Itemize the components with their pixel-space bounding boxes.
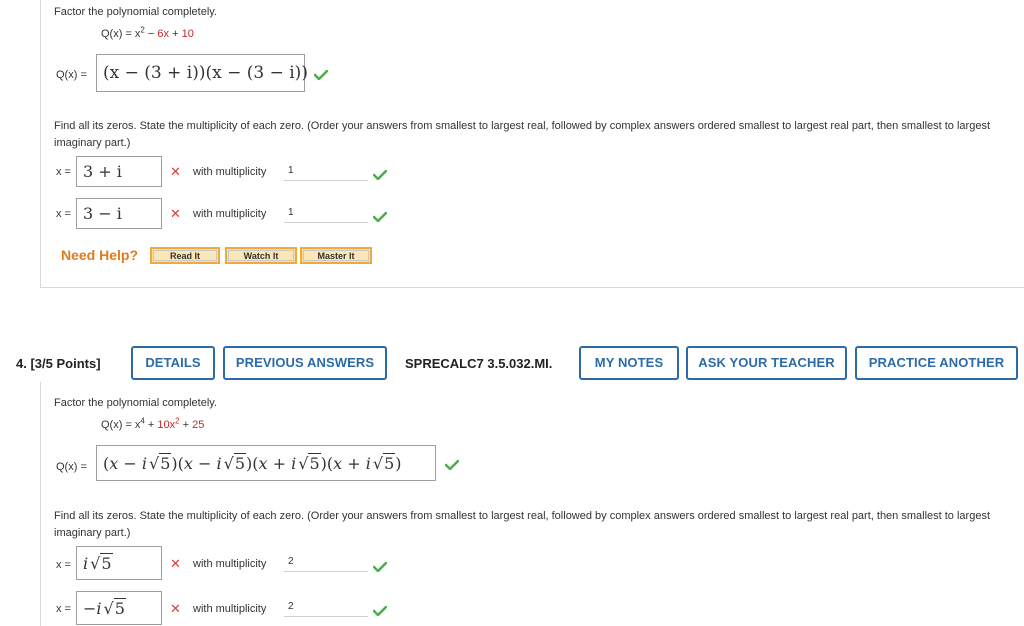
q3-zero-input-1[interactable]: 3 + i <box>76 156 162 187</box>
q3-zeros-instructions: Find all its zeros. State the multiplici… <box>54 120 990 149</box>
q3-multiplicity-1-check-icon <box>373 170 387 180</box>
q4-zero-1-cross-icon: ✕ <box>170 557 181 572</box>
q3-factored-answer[interactable]: (x − (3 + i))(x − (3 − i)) <box>96 54 308 92</box>
q4-number-points: 4. [3/5 Points] <box>16 356 101 371</box>
q4-factored-check-icon <box>445 460 459 470</box>
q4-x-label-2: x = <box>56 603 71 615</box>
my-notes-button[interactable]: MY NOTES <box>579 346 679 380</box>
q4-factored-answer[interactable]: (x − i √5) (x − i √5) (x + i √5) (x + i √5) <box>96 445 436 481</box>
q4-multiplicity-2-check-icon <box>373 606 387 616</box>
previous-answers-button[interactable]: PREVIOUS ANSWERS <box>223 346 387 380</box>
q3-multiplicity-input-1[interactable]: 1 <box>284 162 368 181</box>
q3-zero-2-cross-icon: ✕ <box>170 207 181 222</box>
q4-zero-2-cross-icon: ✕ <box>170 602 181 617</box>
q4-q-label: Q(x) = <box>56 461 87 473</box>
q3-zero-1-cross-icon: ✕ <box>170 165 181 180</box>
q4-multiplicity-input-1[interactable]: 2 <box>284 553 368 572</box>
q4-multiplicity-label-2: with multiplicity <box>193 603 267 615</box>
q4-multiplicity-1-check-icon <box>373 562 387 572</box>
q3-x-label-2: x = <box>56 208 71 220</box>
watch-it-button[interactable]: Watch It <box>225 247 297 264</box>
q4-prompt: Factor the polynomial completely. <box>54 397 218 409</box>
q3-prompt: Factor the polynomial completely. <box>54 6 218 18</box>
q4-zero-input-1[interactable]: i √5 <box>76 546 162 580</box>
q3-factored-check-icon <box>314 70 328 80</box>
practice-another-button[interactable]: PRACTICE ANOTHER <box>855 346 1018 380</box>
q4-zero-input-2[interactable]: − i √5 <box>76 591 162 625</box>
q4-x-label-1: x = <box>56 559 71 571</box>
q4-zeros-instructions: Find all its zeros. State the multiplici… <box>54 510 990 539</box>
need-help-label: Need Help? <box>61 247 139 263</box>
q4-problem-code: SPRECALC7 3.5.032.MI. <box>405 356 553 371</box>
master-it-button[interactable]: Master It <box>300 247 372 264</box>
read-it-button[interactable]: Read It <box>150 247 220 264</box>
q3-q-label: Q(x) = <box>56 69 87 81</box>
q3-multiplicity-2-check-icon <box>373 212 387 222</box>
ask-your-teacher-button[interactable]: ASK YOUR TEACHER <box>686 346 847 380</box>
q4-multiplicity-input-2[interactable]: 2 <box>284 598 368 617</box>
q4-multiplicity-label-1: with multiplicity <box>193 558 267 570</box>
q3-multiplicity-input-2[interactable]: 1 <box>284 204 368 223</box>
q4-polynomial: Q(x) = x4 + 10x2 + 25 <box>101 416 205 431</box>
q3-multiplicity-label-1: with multiplicity <box>193 166 267 178</box>
q3-zero-input-2[interactable]: 3 − i <box>76 198 162 229</box>
details-button[interactable]: DETAILS <box>131 346 215 380</box>
q3-x-label-1: x = <box>56 166 71 178</box>
q3-polynomial: Q(x) = x2 − 6x + 10 <box>101 25 194 40</box>
q3-multiplicity-label-2: with multiplicity <box>193 208 267 220</box>
